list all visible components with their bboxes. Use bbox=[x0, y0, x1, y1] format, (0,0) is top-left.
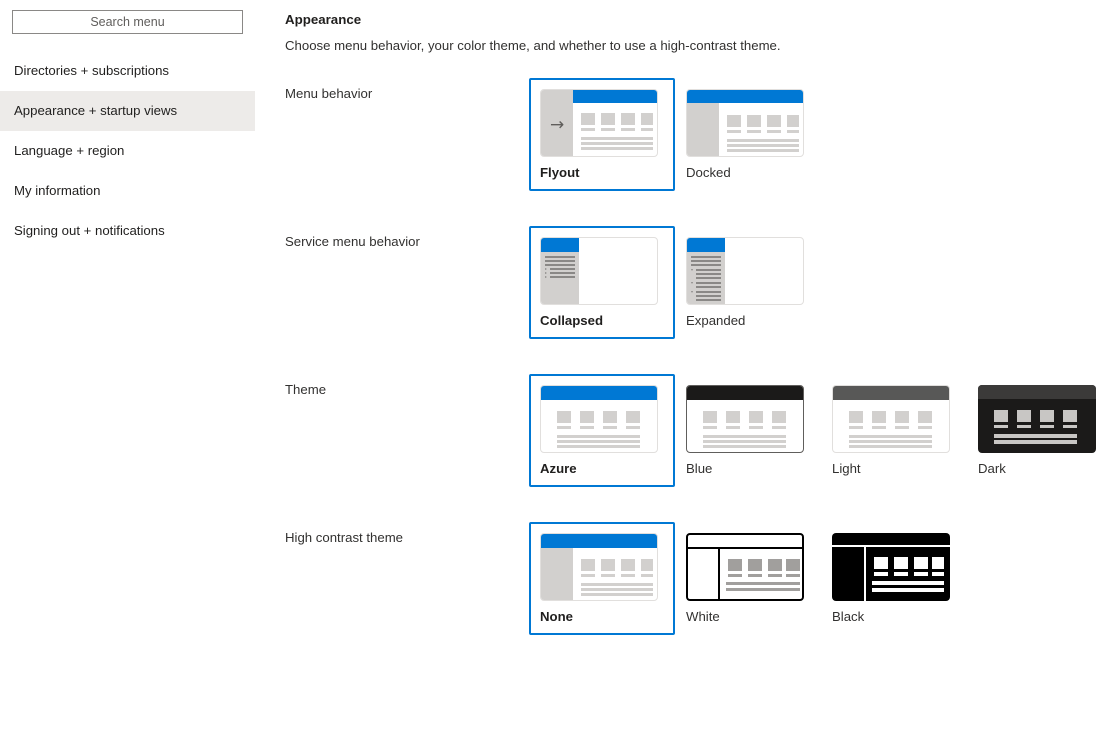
thumb-sidebar-divider bbox=[864, 547, 866, 601]
option-label: Azure bbox=[540, 461, 577, 476]
option-hc-none[interactable]: None bbox=[529, 522, 675, 635]
option-label: Black bbox=[832, 609, 865, 624]
thumb-topbar bbox=[978, 385, 1096, 399]
theme-light-thumbnail bbox=[832, 385, 950, 453]
thumb-sidebar bbox=[687, 103, 719, 156]
group-menu-behavior: Menu behavior → Flyout Docked bbox=[279, 78, 1113, 191]
thumb-topbar bbox=[541, 386, 657, 400]
thumb-sidebar-divider bbox=[718, 549, 720, 599]
option-list: Azure Blue Light Dark bbox=[529, 374, 1113, 487]
option-label: Dark bbox=[978, 461, 1006, 476]
option-collapsed[interactable]: ▸ ▸ ▸ Collapsed bbox=[529, 226, 675, 339]
group-label: High contrast theme bbox=[285, 530, 404, 545]
option-docked[interactable]: Docked bbox=[675, 78, 821, 191]
theme-dark-thumbnail bbox=[978, 385, 1096, 453]
option-list: ▸ ▸ ▸ Collapsed ▾ ▾ ▾ Expanded bbox=[529, 226, 821, 339]
page-title: Appearance bbox=[285, 12, 362, 27]
chevron-down-icon: ▾ bbox=[691, 289, 694, 294]
thumb-topbar bbox=[541, 238, 579, 252]
option-label: Collapsed bbox=[540, 313, 604, 328]
search-container bbox=[0, 10, 255, 34]
thumb-topbar bbox=[541, 534, 657, 548]
option-list: → Flyout Docked bbox=[529, 78, 821, 191]
option-label: Flyout bbox=[540, 165, 580, 180]
chevron-right-icon: ▸ bbox=[545, 274, 548, 279]
hc-black-thumbnail bbox=[832, 533, 950, 601]
option-hc-black[interactable]: Black bbox=[821, 522, 967, 635]
hc-white-thumbnail bbox=[686, 533, 804, 601]
sidebar-item-label: My information bbox=[14, 183, 101, 198]
option-flyout[interactable]: → Flyout bbox=[529, 78, 675, 191]
settings-page: Directories + subscriptions Appearance +… bbox=[0, 0, 1113, 747]
theme-blue-thumbnail bbox=[686, 385, 804, 453]
page-description: Choose menu behavior, your color theme, … bbox=[285, 38, 781, 53]
sidebar-item-signing-out-notifications[interactable]: Signing out + notifications bbox=[0, 211, 255, 251]
option-label: Docked bbox=[686, 165, 731, 180]
option-hc-white[interactable]: White bbox=[675, 522, 821, 635]
collapsed-thumbnail: ▸ ▸ ▸ bbox=[540, 237, 658, 305]
hc-none-thumbnail bbox=[540, 533, 658, 601]
option-theme-dark[interactable]: Dark bbox=[967, 374, 1113, 487]
group-service-menu-behavior: Service menu behavior ▸ ▸ ▸ Collapsed ▾ … bbox=[279, 226, 1113, 339]
option-expanded[interactable]: ▾ ▾ ▾ Expanded bbox=[675, 226, 821, 339]
option-label: Light bbox=[832, 461, 861, 476]
option-label: Expanded bbox=[686, 313, 746, 328]
sidebar-item-my-information[interactable]: My information bbox=[0, 171, 255, 211]
group-high-contrast-theme: High contrast theme None White Black bbox=[279, 522, 1113, 635]
thumb-topbar-divider bbox=[832, 545, 950, 547]
settings-sidebar: Directories + subscriptions Appearance +… bbox=[0, 0, 255, 747]
group-theme: Theme Azure Blue Light Dark bbox=[279, 374, 1113, 487]
sidebar-item-label: Signing out + notifications bbox=[14, 223, 165, 238]
option-label: Blue bbox=[686, 461, 713, 476]
sidebar-item-appearance-startup-views[interactable]: Appearance + startup views bbox=[0, 91, 255, 131]
arrow-right-icon: → bbox=[550, 115, 565, 135]
theme-azure-thumbnail bbox=[540, 385, 658, 453]
option-theme-azure[interactable]: Azure bbox=[529, 374, 675, 487]
expanded-thumbnail: ▾ ▾ ▾ bbox=[686, 237, 804, 305]
thumb-topbar bbox=[687, 386, 803, 400]
thumb-topbar-divider bbox=[688, 547, 802, 549]
chevron-down-icon: ▾ bbox=[691, 280, 694, 285]
option-theme-blue[interactable]: Blue bbox=[675, 374, 821, 487]
group-label: Theme bbox=[285, 382, 327, 397]
sidebar-item-label: Language + region bbox=[14, 143, 125, 158]
docked-thumbnail bbox=[686, 89, 804, 157]
sidebar-item-directories-subscriptions[interactable]: Directories + subscriptions bbox=[0, 51, 255, 91]
thumb-topbar bbox=[573, 90, 657, 103]
thumb-topbar bbox=[687, 238, 725, 252]
option-label: White bbox=[686, 609, 720, 624]
search-input[interactable] bbox=[12, 10, 243, 34]
chevron-down-icon: ▾ bbox=[691, 267, 694, 272]
sidebar-item-language-region[interactable]: Language + region bbox=[0, 131, 255, 171]
option-theme-light[interactable]: Light bbox=[821, 374, 967, 487]
group-label: Menu behavior bbox=[285, 86, 373, 101]
group-label: Service menu behavior bbox=[285, 234, 420, 249]
sidebar-nav: Directories + subscriptions Appearance +… bbox=[0, 51, 255, 251]
sidebar-item-label: Directories + subscriptions bbox=[14, 63, 170, 78]
flyout-thumbnail: → bbox=[540, 89, 658, 157]
option-list: None White Black bbox=[529, 522, 967, 635]
thumb-sidebar bbox=[541, 548, 573, 600]
thumb-topbar bbox=[833, 386, 949, 400]
thumb-topbar bbox=[687, 90, 803, 103]
appearance-panel: Appearance Choose menu behavior, your co… bbox=[255, 0, 1113, 747]
option-label: None bbox=[540, 609, 573, 624]
sidebar-item-label: Appearance + startup views bbox=[14, 103, 178, 118]
